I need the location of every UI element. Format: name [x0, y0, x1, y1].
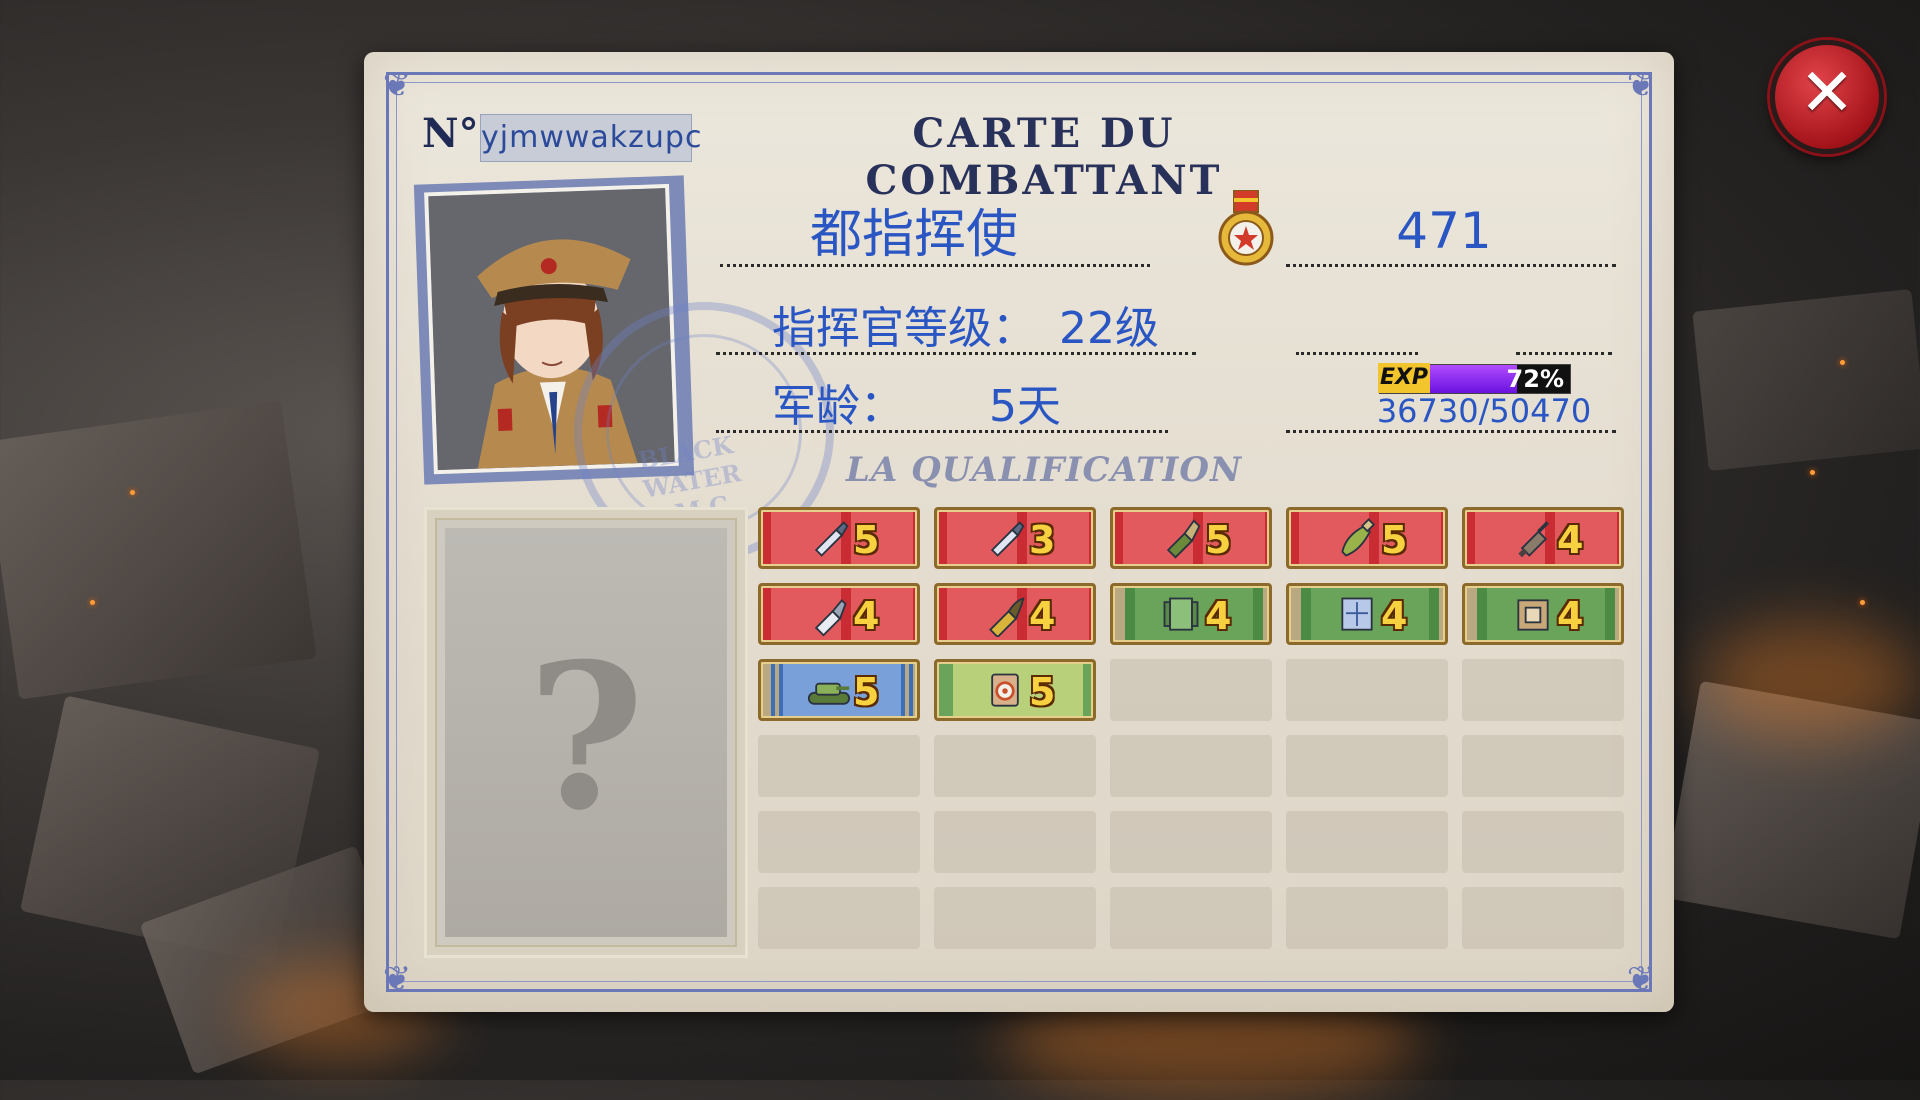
corner-ornament-icon: ❦ [1626, 65, 1656, 105]
locked-card-slot[interactable]: ? [424, 507, 748, 958]
qualification-level: 4 [1381, 594, 1408, 638]
rubble-rock [1692, 288, 1920, 472]
mortar-shell-icon [1511, 517, 1555, 561]
qualification-level: 5 [1029, 670, 1056, 714]
empty-qualification-slot [1462, 735, 1624, 797]
crate-icon [1511, 593, 1555, 637]
qualification-badge[interactable]: 5 [1286, 507, 1448, 569]
rank-underline [720, 264, 1150, 267]
exp-underline [1286, 430, 1616, 433]
blueprint-icon [1335, 593, 1379, 637]
exp-percent: 72% [1506, 365, 1564, 393]
question-mark-icon: ? [527, 620, 645, 855]
corner-ornament-icon: ❦ [1626, 959, 1656, 999]
commander-level-value: 22级 [1059, 303, 1159, 354]
ammo-shell-icon [807, 517, 851, 561]
corner-ornament-icon: ❦ [382, 65, 412, 105]
qualification-badge[interactable]: 4 [1110, 583, 1272, 645]
empty-qualification-slot [1286, 659, 1448, 721]
medal-icon [1216, 189, 1276, 270]
qualification-level: 4 [853, 594, 880, 638]
qualification-level: 3 [1029, 518, 1056, 562]
qualification-badge[interactable]: 3 [934, 507, 1096, 569]
empty-qualification-slot [1110, 887, 1272, 949]
empty-qualification-slot [1462, 887, 1624, 949]
exp-progress-bar: EXP 72% [1378, 363, 1571, 394]
player-id: yjmwwakzupc [480, 114, 701, 162]
ember [1810, 470, 1815, 475]
heavy-shell-icon [1335, 517, 1379, 561]
rubble-rock [0, 400, 317, 700]
exp-top-line [1296, 352, 1418, 355]
qualification-badge[interactable]: 5 [758, 507, 920, 569]
qualification-badge[interactable]: 4 [1286, 583, 1448, 645]
level-underline [716, 352, 1196, 355]
qualification-level: 4 [1557, 518, 1584, 562]
close-icon: ✕ [1799, 54, 1855, 131]
empty-qualification-slot [1110, 811, 1272, 873]
qualification-badge[interactable]: 4 [1462, 507, 1624, 569]
qualification-level: 5 [853, 670, 880, 714]
empty-qualification-slot [758, 887, 920, 949]
combatant-card: ❦ ❦ ❦ ❦ N° yjmwwakzupc CARTE DU COMBATTA… [364, 52, 1674, 1012]
commander-level-label: 指挥官等级： [772, 303, 1036, 354]
qualification-badge[interactable]: 5 [934, 659, 1096, 721]
ember [90, 600, 95, 605]
empty-qualification-slot [1286, 887, 1448, 949]
rank-title: 都指挥使 [809, 205, 1018, 265]
qualification-badge[interactable]: 4 [1462, 583, 1624, 645]
qualification-level: 5 [853, 518, 880, 562]
qualification-level: 4 [1557, 594, 1584, 638]
cartridge-icon [983, 593, 1027, 639]
qualification-level: 4 [1029, 594, 1056, 638]
ember [1860, 600, 1865, 605]
exp-value: 36730/50470 [1376, 392, 1592, 430]
qualification-badge[interactable]: 4 [934, 583, 1096, 645]
empty-qualification-slot [1462, 811, 1624, 873]
ember [130, 490, 135, 495]
exp-top-line [1516, 352, 1612, 355]
empty-qualification-slot [758, 735, 920, 797]
exp-tag: EXP [1378, 363, 1430, 393]
empty-qualification-slot [1286, 735, 1448, 797]
empty-qualification-slot [934, 887, 1096, 949]
number-label: N° [422, 110, 479, 157]
target-icon [983, 669, 1027, 713]
qualification-badge[interactable]: 5 [758, 659, 920, 721]
service-age-label: 军龄： [772, 381, 904, 432]
empty-qualification-slot [934, 735, 1096, 797]
qualification-badge[interactable]: 5 [1110, 507, 1272, 569]
empty-qualification-slot [934, 811, 1096, 873]
empty-qualification-slot [758, 811, 920, 873]
achievement-points: 471 [1396, 202, 1492, 260]
ember [1840, 360, 1845, 365]
close-button[interactable]: ✕ [1770, 40, 1884, 154]
empty-qualification-slot [1286, 811, 1448, 873]
qualification-title: LA QUALIFICATION [845, 450, 1243, 490]
qualification-level: 4 [1205, 594, 1232, 638]
armor-plate-icon [1159, 593, 1203, 637]
ammo-shell-icon [983, 517, 1027, 561]
age-underline [716, 430, 1168, 433]
empty-qualification-slot [1110, 735, 1272, 797]
fire-glow [1700, 620, 1920, 740]
points-underline [1286, 264, 1616, 267]
empty-qualification-slot [1462, 659, 1624, 721]
locked-card-inner: ? [445, 528, 727, 937]
service-age-value: 5天 [989, 381, 1061, 432]
tank-icon [807, 669, 851, 713]
qualification-level: 5 [1381, 518, 1408, 562]
corner-ornament-icon: ❦ [382, 959, 412, 999]
rocket-shell-icon [1159, 517, 1203, 561]
bullet-icon [807, 593, 851, 637]
empty-qualification-slot [1110, 659, 1272, 721]
qualification-badge[interactable]: 4 [758, 583, 920, 645]
qualification-level: 5 [1205, 518, 1232, 562]
